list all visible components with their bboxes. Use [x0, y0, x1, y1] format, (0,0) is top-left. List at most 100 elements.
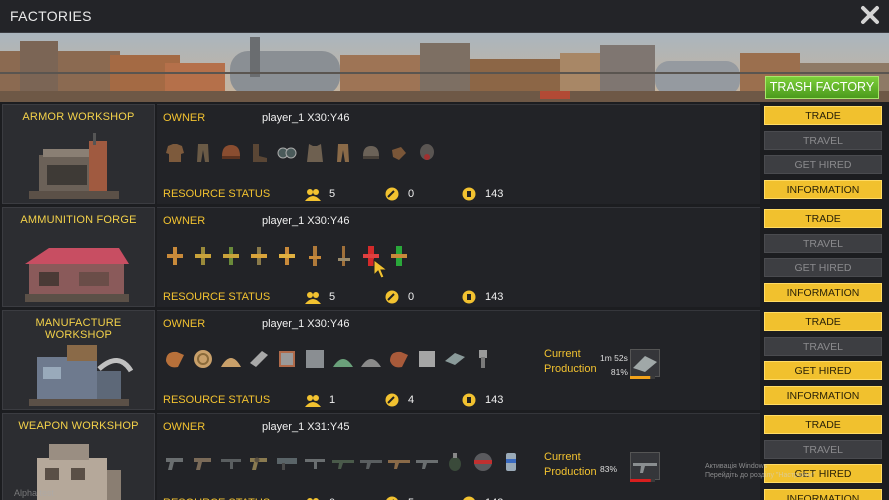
repair-icon — [385, 187, 399, 201]
production-time: 1m 52s — [600, 353, 628, 363]
shotgun-icon[interactable] — [387, 450, 411, 474]
steel-block-icon[interactable] — [275, 347, 299, 371]
workers-value: 5 — [329, 291, 336, 303]
bolt-icon[interactable] — [471, 347, 495, 371]
canister-icon[interactable] — [499, 450, 523, 474]
boots-icon[interactable] — [247, 141, 271, 165]
vest-icon[interactable] — [303, 141, 327, 165]
factory-actions: TRADE TRAVEL GET HIRED INFORMATION — [764, 209, 882, 307]
grenade-icon[interactable] — [443, 450, 467, 474]
trash-factory-button[interactable]: TRASH FACTORY — [765, 76, 879, 99]
sand-pile-icon[interactable] — [219, 347, 243, 371]
factory-row-manufacture: MANUFACTURE WORKSHOP OWNER player_1 X30:… — [0, 310, 889, 410]
jacket-icon[interactable] — [163, 141, 187, 165]
coil-icon[interactable] — [191, 347, 215, 371]
rifle-icon[interactable] — [331, 450, 355, 474]
revolver-icon[interactable] — [247, 450, 271, 474]
trade-button[interactable]: TRADE — [764, 106, 882, 125]
smg-icon[interactable] — [303, 450, 327, 474]
information-button[interactable]: INFORMATION — [764, 488, 882, 500]
information-button[interactable]: INFORMATION — [764, 179, 882, 199]
box-icon[interactable] — [303, 347, 327, 371]
gasmask-icon[interactable] — [415, 141, 439, 165]
coins-icon — [462, 393, 476, 407]
smg-icon[interactable] — [219, 450, 243, 474]
travel-button[interactable]: TRAVEL — [764, 336, 882, 356]
production-item-slot[interactable] — [630, 452, 660, 480]
factory-actions: TRADE TRAVEL GET HIRED INFORMATION — [764, 312, 882, 410]
production-percent: 83% — [600, 464, 618, 474]
coins-icon — [463, 496, 475, 500]
helmet-icon[interactable] — [219, 141, 243, 165]
repair-stat: 0 — [384, 290, 414, 304]
ore-pile-icon[interactable] — [359, 347, 383, 371]
factory-thumbnail[interactable]: AMMUNITION FORGE — [2, 207, 155, 307]
factory-details: OWNER player_1 X30:Y46 RESOURCE STATUS 5… — [157, 104, 760, 204]
pants-icon[interactable] — [191, 141, 215, 165]
goggles-icon[interactable] — [275, 141, 299, 165]
bullet-icon[interactable] — [191, 244, 215, 268]
launcher-icon[interactable] — [275, 450, 299, 474]
repair-value: 0 — [408, 291, 415, 303]
workers-icon — [307, 498, 319, 500]
factory-thumbnail[interactable]: ARMOR WORKSHOP — [2, 104, 155, 204]
bullet-icon[interactable] — [219, 244, 243, 268]
gloves-icon[interactable] — [387, 141, 411, 165]
get-hired-button[interactable]: GET HIRED — [764, 155, 882, 174]
repair-icon — [385, 290, 399, 304]
factory-actions: TRADE TRAVEL GET HIRED INFORMATION — [764, 415, 882, 500]
trousers-icon[interactable] — [331, 141, 355, 165]
coins-stat: 143 — [461, 187, 503, 201]
rifle-icon[interactable] — [415, 450, 439, 474]
leather-roll-icon[interactable] — [163, 347, 187, 371]
plates-icon[interactable] — [443, 347, 467, 371]
factory-thumbnail[interactable]: WEAPON WORKSHOP — [2, 413, 155, 500]
resource-status-label: RESOURCE STATUS — [163, 188, 271, 200]
coins-stat: 143 — [461, 393, 503, 407]
shell-green-icon[interactable] — [387, 244, 411, 268]
travel-button[interactable]: TRAVEL — [764, 439, 882, 459]
production-progress-bar — [630, 376, 655, 379]
gem-pile-icon[interactable] — [331, 347, 355, 371]
trade-button[interactable]: TRADE — [764, 209, 882, 228]
owner-label: OWNER — [163, 421, 206, 433]
travel-button[interactable]: TRAVEL — [764, 233, 882, 253]
factory-actions: TRADE TRAVEL GET HIRED INFORMATION — [764, 106, 882, 204]
steel-block-icon[interactable] — [415, 347, 439, 371]
production-timer: 1m 52s 81% — [600, 351, 628, 379]
workers-stat: 5 — [305, 187, 335, 201]
trade-button[interactable]: TRADE — [764, 415, 882, 434]
factory-row-weapon: WEAPON WORKSHOP OWNER player_1 X31:Y45 C… — [0, 413, 889, 500]
trade-button[interactable]: TRADE — [764, 312, 882, 331]
rifle-icon[interactable] — [359, 450, 383, 474]
pistol-icon[interactable] — [163, 450, 187, 474]
production-item-slot[interactable] — [630, 349, 660, 377]
get-hired-button[interactable]: GET HIRED — [764, 361, 882, 380]
coins-value: 143 — [485, 188, 504, 200]
factory-row-ammunition: AMMUNITION FORGE OWNER player_1 X30:Y46 … — [0, 207, 889, 307]
bullet-icon[interactable] — [303, 244, 327, 268]
bullet-icon[interactable] — [247, 244, 271, 268]
workers-icon — [305, 292, 321, 304]
owner-value: player_1 X30:Y46 — [262, 215, 350, 227]
travel-button[interactable]: TRAVEL — [764, 130, 882, 150]
bullet-icon[interactable] — [163, 244, 187, 268]
information-button[interactable]: INFORMATION — [764, 282, 882, 302]
pistol-icon[interactable] — [191, 450, 215, 474]
information-button[interactable]: INFORMATION — [764, 385, 882, 405]
get-hired-button[interactable]: GET HIRED — [764, 258, 882, 277]
bullet-icon[interactable] — [331, 244, 355, 268]
workers-stat: 0 — [305, 496, 335, 500]
coins-value: 143 — [485, 291, 504, 303]
close-icon[interactable] — [859, 4, 881, 26]
leather-roll-icon[interactable] — [387, 347, 411, 371]
cap-icon[interactable] — [359, 141, 383, 165]
metal-bar-icon[interactable] — [247, 347, 271, 371]
factory-details: OWNER player_1 X31:Y45 Current Productio… — [157, 413, 760, 500]
factory-thumbnail[interactable]: MANUFACTURE WORKSHOP — [2, 310, 155, 410]
mine-icon[interactable] — [471, 450, 495, 474]
repair-stat: 4 — [384, 393, 414, 407]
owner-value: player_1 X31:Y45 — [262, 421, 350, 433]
bullet-icon[interactable] — [275, 244, 299, 268]
resource-status-label: RESOURCE STATUS — [163, 394, 271, 406]
